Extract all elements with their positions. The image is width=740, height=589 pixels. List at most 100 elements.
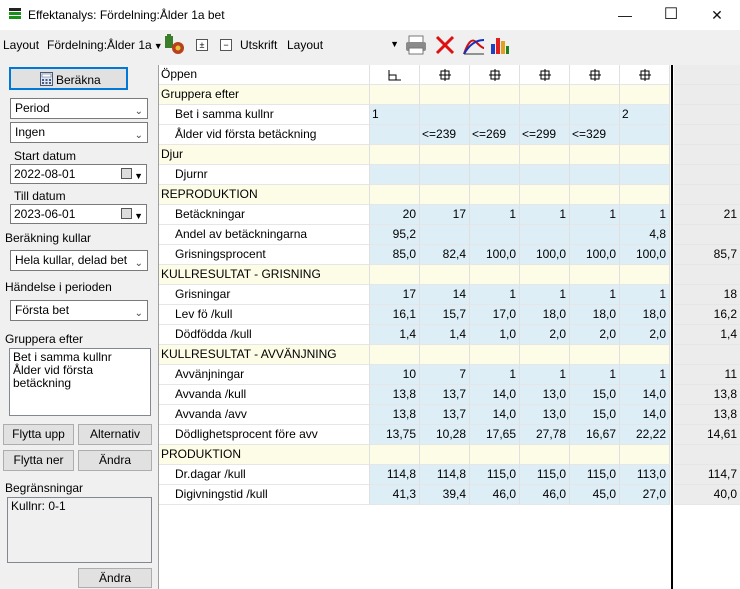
list-item[interactable]: Ålder vid första betäckning <box>13 364 147 390</box>
table-cell: 115,0 <box>470 465 520 485</box>
end-date-picker[interactable]: 2023-06-01 ▼ <box>10 204 147 224</box>
table-cell: 95,2 <box>370 225 420 245</box>
table-cell <box>674 225 740 245</box>
table-cell: 18,0 <box>620 305 670 325</box>
table-cell <box>570 85 620 105</box>
table-cell <box>370 165 420 185</box>
period-combo[interactable]: Period ⌄ <box>10 98 148 119</box>
table-cell: 14 <box>420 285 470 305</box>
table-cell: 1 <box>520 365 570 385</box>
row-label: Avvänjningar <box>159 365 370 385</box>
calculate-button[interactable]: Beräkna <box>9 67 128 90</box>
section-header: REPRODUKTION <box>159 185 370 205</box>
change-limits-button[interactable]: Ändra <box>78 568 152 588</box>
table-cell: 22,22 <box>620 425 670 445</box>
table-cell: 14,0 <box>470 385 520 405</box>
column-collapse-icon[interactable] <box>620 65 670 85</box>
event-label: Händelse i perioden <box>5 280 112 294</box>
table-cell <box>470 145 520 165</box>
maximize-button[interactable]: ☐ <box>648 0 694 30</box>
table-cell <box>674 345 740 365</box>
row-label: Lev fö /kull <box>159 305 370 325</box>
column-expand-icon[interactable] <box>370 65 420 85</box>
table-cell <box>620 85 670 105</box>
table-cell: 14,0 <box>620 405 670 425</box>
list-item[interactable]: Kullnr: 0-1 <box>11 500 148 513</box>
table-cell: 1 <box>370 105 420 125</box>
table-cell <box>370 125 420 145</box>
results-grid[interactable]: Öppen Gruppera efter Bet i samma kullnr 1 2 Å… <box>158 65 740 589</box>
table-cell <box>420 345 470 365</box>
limits-list[interactable]: Kullnr: 0-1 <box>7 497 152 563</box>
table-cell: 13,8 <box>674 385 740 405</box>
table-cell <box>520 225 570 245</box>
row-label: Andel av betäckningarna <box>159 225 370 245</box>
column-collapse-icon[interactable] <box>470 65 520 85</box>
table-cell: 1,4 <box>370 325 420 345</box>
table-cell <box>674 445 740 465</box>
chevron-down-icon: ▼ <box>390 39 399 49</box>
table-cell: 39,4 <box>420 485 470 505</box>
event-combo[interactable]: Första bet ⌄ <box>10 300 148 321</box>
section-header: KULLRESULTAT - GRISNING <box>159 265 370 285</box>
green-gear-icon[interactable] <box>163 34 187 56</box>
table-cell <box>570 165 620 185</box>
litter-calc-combo[interactable]: Hela kullar, delad bet ⌄ <box>10 250 148 271</box>
table-cell: 2,0 <box>570 325 620 345</box>
table-cell: 15,0 <box>570 385 620 405</box>
minimize-button[interactable]: — <box>602 0 648 30</box>
collapse-all-icon[interactable]: − <box>220 39 232 51</box>
table-cell <box>674 145 740 165</box>
table-cell: 1 <box>620 365 670 385</box>
table-cell: 16,67 <box>570 425 620 445</box>
table-cell: 16,1 <box>370 305 420 325</box>
row-label: Digivningstid /kull <box>159 485 370 505</box>
none-combo[interactable]: Ingen ⌄ <box>10 122 148 143</box>
table-cell: 18,0 <box>570 305 620 325</box>
bar-chart-icon[interactable] <box>489 34 511 56</box>
table-cell <box>570 345 620 365</box>
table-cell <box>674 125 740 145</box>
expand-all-icon[interactable]: ± <box>196 39 208 51</box>
none-combo-value: Ingen <box>15 125 46 139</box>
table-cell: 13,8 <box>674 405 740 425</box>
move-down-button[interactable]: Flytta ner <box>3 450 74 471</box>
open-header: Öppen <box>159 65 370 85</box>
move-up-button[interactable]: Flytta upp <box>3 424 74 445</box>
layout-dropdown[interactable]: Fördelning:Ålder 1a ▼ <box>47 38 163 52</box>
table-cell <box>520 185 570 205</box>
table-cell <box>620 265 670 285</box>
row-label: Djurnr <box>159 165 370 185</box>
table-cell <box>420 265 470 285</box>
group-by-list[interactable]: Bet i samma kullnr Ålder vid första betä… <box>9 348 151 416</box>
change-group-button[interactable]: Ändra <box>78 450 152 471</box>
start-date-picker[interactable]: 2022-08-01 ▼ <box>10 164 147 184</box>
line-chart-icon[interactable] <box>462 34 486 56</box>
table-cell: 1,4 <box>420 325 470 345</box>
table-cell <box>674 165 740 185</box>
table-cell: 100,0 <box>470 245 520 265</box>
chevron-down-icon: ⌄ <box>134 258 143 269</box>
column-collapse-icon[interactable] <box>520 65 570 85</box>
table-cell: 41,3 <box>370 485 420 505</box>
printer-icon[interactable] <box>404 34 428 56</box>
table-cell: 13,0 <box>520 405 570 425</box>
table-cell <box>370 445 420 465</box>
table-cell: 17,65 <box>470 425 520 445</box>
section-header: KULLRESULTAT - AVVÄNJNING <box>159 345 370 365</box>
column-collapse-icon[interactable] <box>420 65 470 85</box>
close-button[interactable]: ✕ <box>694 0 740 30</box>
table-cell: 14,0 <box>620 385 670 405</box>
event-value: Första bet <box>15 303 70 317</box>
column-collapse-icon[interactable] <box>570 65 620 85</box>
delete-icon[interactable] <box>434 34 456 56</box>
limits-label: Begränsningar <box>5 481 84 495</box>
layout-combo[interactable]: Layout ▼ <box>284 35 402 55</box>
litter-calc-label: Beräkning kullar <box>5 231 92 245</box>
calculator-icon <box>40 72 53 86</box>
alternative-button[interactable]: Alternativ <box>78 424 152 445</box>
table-cell: 2,0 <box>520 325 570 345</box>
table-cell <box>370 185 420 205</box>
table-cell <box>470 185 520 205</box>
table-cell <box>620 125 670 145</box>
